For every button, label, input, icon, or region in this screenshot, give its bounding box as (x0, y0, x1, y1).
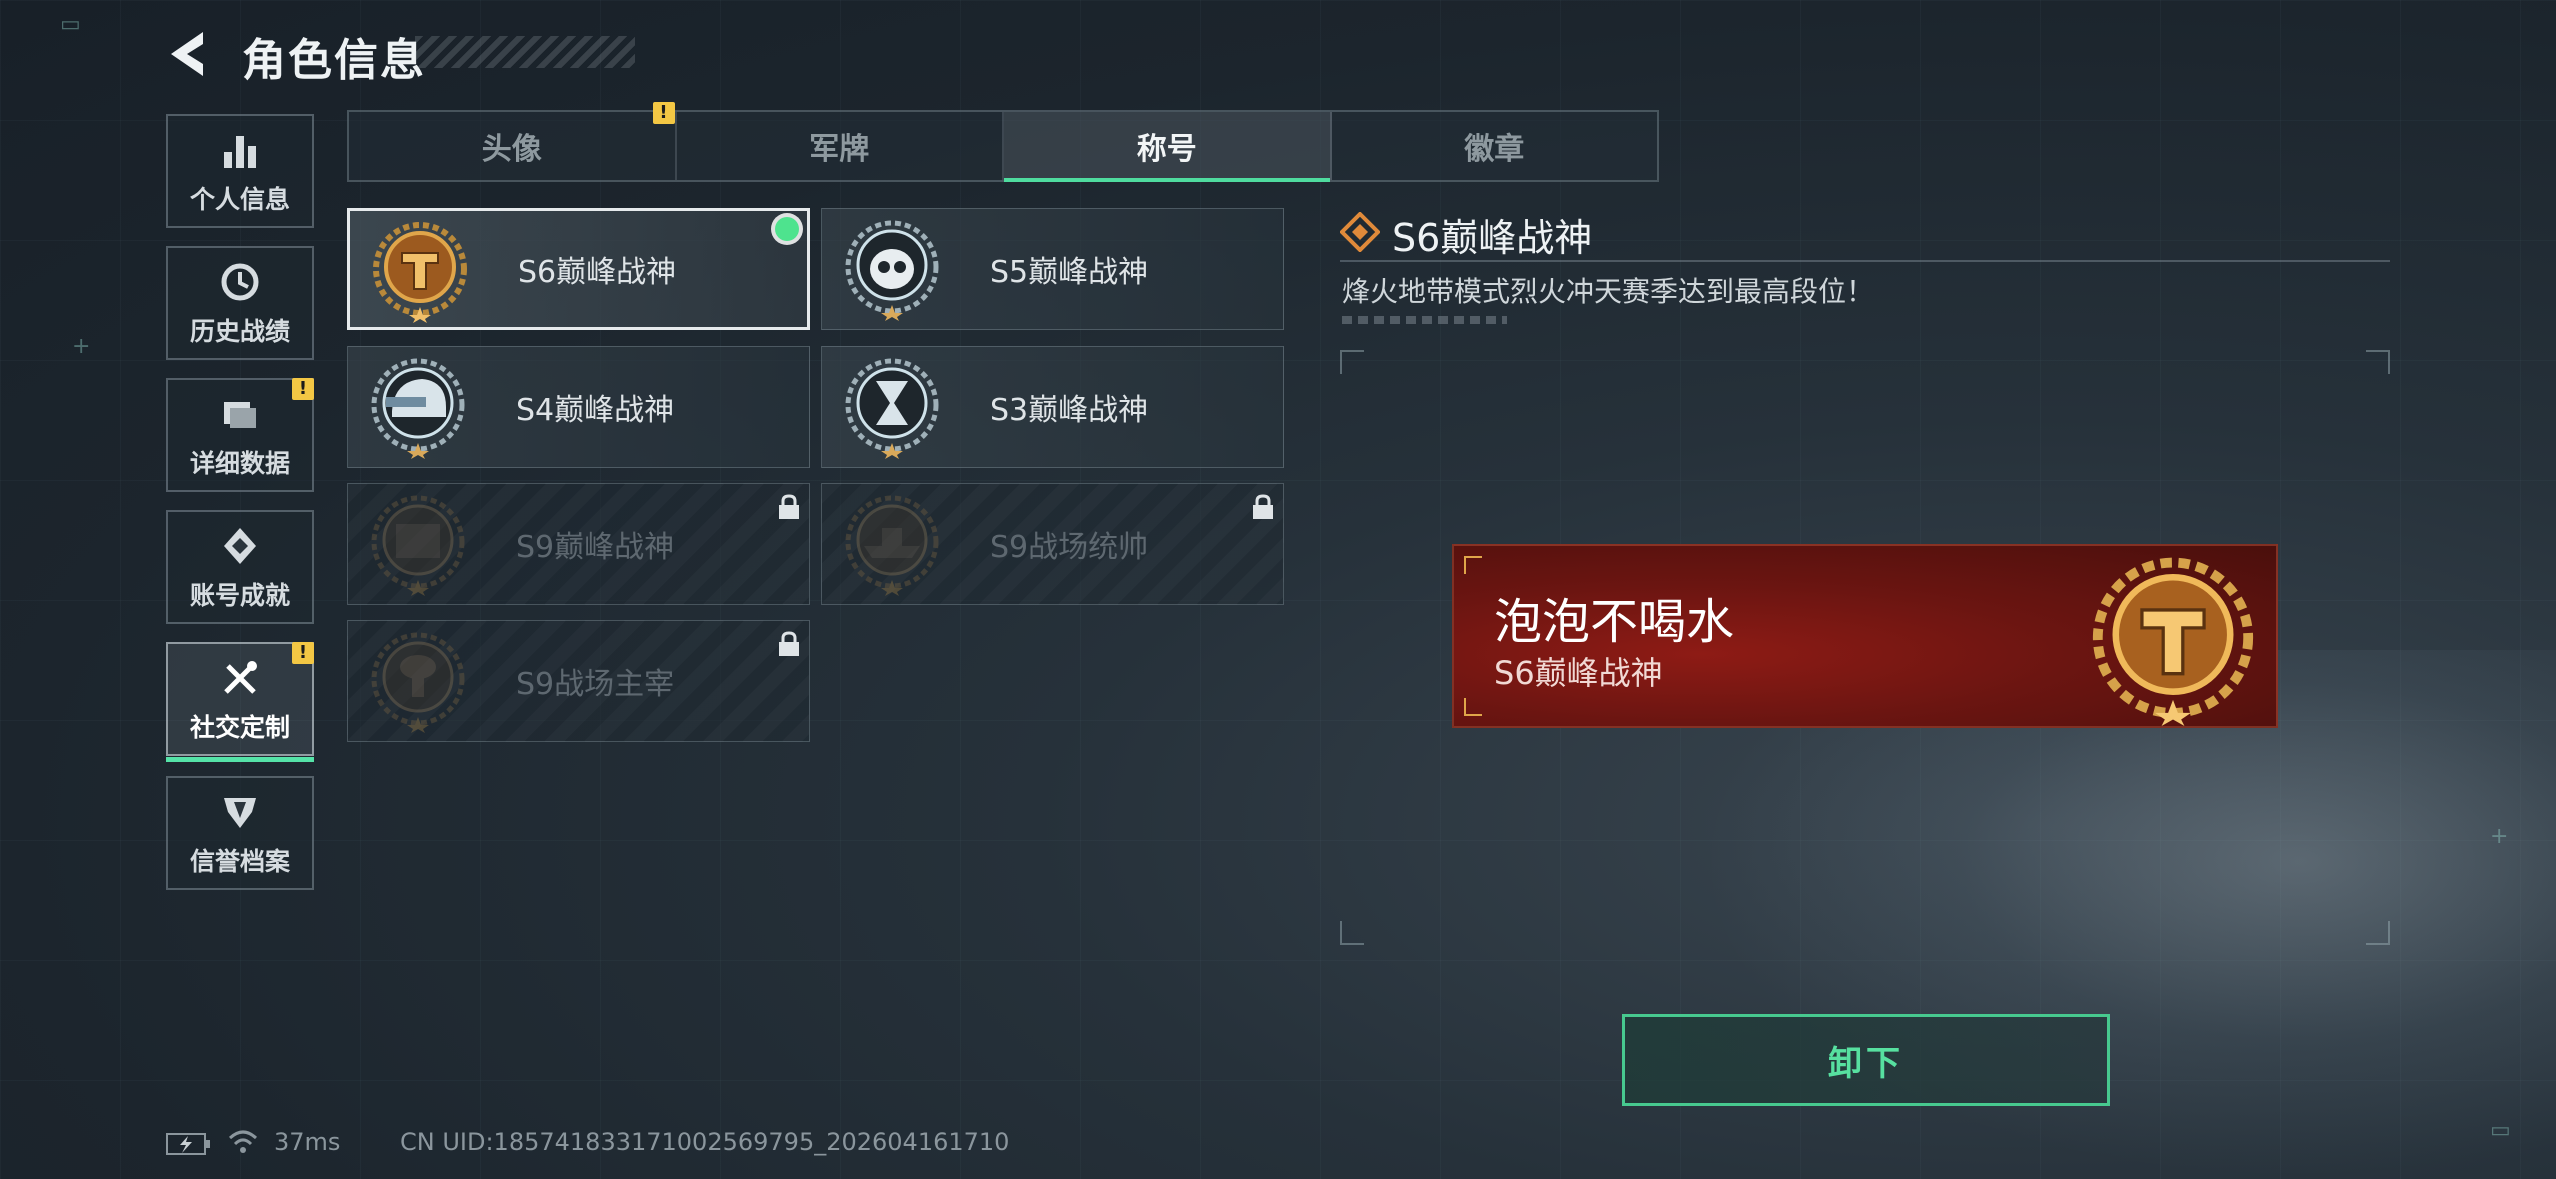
lock-icon (1253, 494, 1273, 519)
tab-label: 军牌 (809, 132, 870, 167)
tab-label: 徽章 (1464, 132, 1525, 167)
back-arrow-icon (171, 32, 203, 76)
title-name: S4巅峰战神 (516, 393, 675, 428)
mushroom-cloud-emblem-icon (371, 632, 465, 733)
battery-icon (166, 1133, 210, 1155)
tab-label: 称号 (1136, 132, 1197, 167)
nameplate-preview: 泡泡不喝水 S6巅峰战神 (1452, 544, 2278, 728)
detail-title: S6巅峰战神 (1392, 216, 1593, 260)
sidebar-item-label: 账号成就 (189, 581, 290, 610)
title-name: S6巅峰战神 (518, 255, 677, 290)
detail-divider (1340, 260, 2390, 262)
detail-decoration (1342, 316, 1507, 324)
crosshair-decoration: ▭ (2490, 1118, 2511, 1143)
page-title: 角色信息 (242, 35, 426, 86)
title-decoration (415, 36, 635, 68)
sidebar-item-label: 社交定制 (189, 713, 290, 742)
sidebar-item-profile[interactable]: 个人信息 (166, 114, 314, 228)
warship-emblem-icon (845, 495, 939, 596)
unequip-button[interactable]: 卸下 (1622, 1014, 2110, 1106)
tab-badge[interactable]: 徽章 (1332, 112, 1658, 180)
title-name: S9巅峰战神 (516, 530, 675, 565)
gold-t-emblem-icon (373, 222, 467, 323)
back-button[interactable] (163, 28, 219, 80)
title-card-s3[interactable]: S3巅峰战神 (821, 346, 1284, 468)
achievement-medal-icon (218, 524, 262, 568)
history-clock-icon (218, 260, 262, 304)
sidebar-item-social[interactable]: 社交定制 ! (166, 642, 314, 762)
equipped-indicator (775, 217, 799, 241)
sidebar-item-history[interactable]: 历史战绩 (166, 246, 314, 360)
title-card-s9-commander[interactable]: S9战场统帅 (821, 483, 1284, 605)
category-tabs: 头像 ! 军牌 称号 徽章 (347, 102, 1659, 182)
title-card-s6[interactable]: S6巅峰战神 (347, 208, 810, 330)
shield-emblem-icon (218, 790, 262, 834)
folder-icon (218, 392, 262, 436)
title-card-s4[interactable]: S4巅峰战神 (347, 346, 810, 468)
corner-decoration (1464, 556, 1482, 574)
hourglass-emblem-icon (845, 358, 939, 459)
nameplate-title: S6巅峰战神 (1494, 654, 1663, 692)
title-name: S9战场统帅 (990, 530, 1149, 565)
title-card-s5[interactable]: S5巅峰战神 (821, 208, 1284, 330)
sidebar-item-label: 详细数据 (189, 449, 290, 478)
title-name: S3巅峰战神 (990, 393, 1149, 428)
uid-text: CN UID:185741833171002569795_20260416171… (400, 1128, 1010, 1156)
fortress-emblem-icon (371, 495, 465, 596)
crosshair-decoration: ▭ (60, 12, 81, 37)
tab-avatar[interactable]: 头像 ! (349, 102, 677, 180)
sidebar-item-details[interactable]: 详细数据 ! (166, 378, 314, 492)
tab-title[interactable]: 称号 (1004, 112, 1332, 182)
lock-icon (779, 494, 799, 519)
notification-badge: ! (652, 102, 675, 124)
helmet-emblem-icon (371, 358, 465, 459)
bar-chart-icon (218, 128, 262, 172)
sidebar-item-label: 历史战绩 (189, 317, 290, 346)
sidebar-item-label: 个人信息 (189, 185, 290, 214)
notification-badge: ! (292, 642, 314, 664)
corner-decoration (1464, 698, 1482, 716)
sidebar-item-label: 信誉档案 (189, 847, 290, 876)
gold-t-emblem-icon (2092, 557, 2254, 726)
sidebar-item-achievements[interactable]: 账号成就 (166, 510, 314, 624)
lock-icon (779, 631, 799, 656)
tools-icon (218, 656, 262, 700)
tab-dogtag[interactable]: 军牌 (677, 112, 1004, 180)
title-card-s9-peak[interactable]: S9巅峰战神 (347, 483, 810, 605)
crosshair-decoration: + (72, 334, 91, 359)
ping-value: 37ms (274, 1128, 341, 1156)
wifi-icon (228, 1130, 258, 1153)
title-card-s9-dominator[interactable]: S9战场主宰 (347, 620, 810, 742)
rank-diamond-icon (1340, 212, 1380, 252)
crosshair-decoration: + (2490, 824, 2509, 849)
detail-description: 烽火地带模式烈火冲天赛季达到最高段位！ (1342, 275, 1875, 308)
player-name: 泡泡不喝水 (1494, 594, 1735, 650)
title-name: S5巅峰战神 (990, 255, 1149, 290)
title-name: S9战场主宰 (516, 667, 675, 702)
sidebar-item-credit[interactable]: 信誉档案 (166, 776, 314, 890)
notification-badge: ! (292, 378, 314, 400)
skull-emblem-icon (845, 220, 939, 321)
tab-label: 头像 (481, 132, 542, 167)
